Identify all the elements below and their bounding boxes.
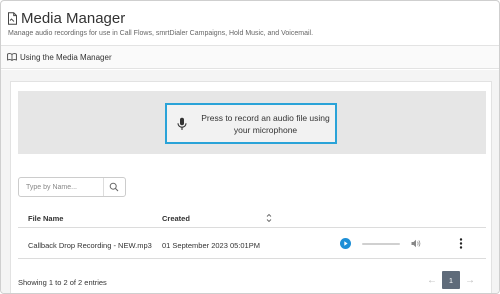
file-name-cell: Callback Drop Recording - NEW.mp3 xyxy=(28,241,152,250)
sort-icon[interactable] xyxy=(266,213,272,223)
media-manager-panel: Media Manager Manage audio recordings fo… xyxy=(0,0,500,294)
audio-progress-slider[interactable] xyxy=(362,243,400,245)
pagination: ← 1 → xyxy=(425,270,485,290)
record-button-label: Press to record an audio file using your… xyxy=(201,112,330,135)
pagination-prev-button[interactable]: ← xyxy=(425,270,439,290)
pagination-next-button[interactable]: → xyxy=(463,270,477,290)
page-header: Media Manager Manage audio recordings fo… xyxy=(1,1,499,43)
page-subtitle: Manage audio recordings for use in Call … xyxy=(8,30,314,37)
content-area: Press to record an audio file using your… xyxy=(1,70,499,293)
search-box xyxy=(18,177,126,197)
record-button[interactable]: Press to record an audio file using your… xyxy=(165,103,337,144)
help-link-label: Using the Media Manager xyxy=(20,52,112,62)
pagination-page-1[interactable]: 1 xyxy=(442,271,460,289)
column-header-created[interactable]: Created xyxy=(162,214,190,223)
search-divider xyxy=(103,178,104,196)
kebab-menu-icon[interactable] xyxy=(459,238,463,249)
created-cell: 01 September 2023 05:01PM xyxy=(162,241,260,250)
search-icon[interactable] xyxy=(109,182,119,192)
media-card: Press to record an audio file using your… xyxy=(10,81,492,293)
table-row-divider xyxy=(18,258,486,259)
entries-info: Showing 1 to 2 of 2 entries xyxy=(18,278,107,287)
search-input[interactable] xyxy=(19,178,99,196)
volume-icon[interactable] xyxy=(411,239,421,248)
help-link[interactable]: Using the Media Manager xyxy=(1,45,499,69)
record-area: Press to record an audio file using your… xyxy=(18,91,486,154)
play-icon[interactable] xyxy=(340,238,351,249)
title-row: Media Manager xyxy=(7,10,125,27)
column-header-file-name[interactable]: File Name xyxy=(28,214,63,223)
microphone-icon xyxy=(176,117,188,131)
table-header-divider xyxy=(18,227,486,228)
book-icon xyxy=(7,53,17,61)
page-title: Media Manager xyxy=(21,10,126,27)
document-icon xyxy=(7,12,18,25)
